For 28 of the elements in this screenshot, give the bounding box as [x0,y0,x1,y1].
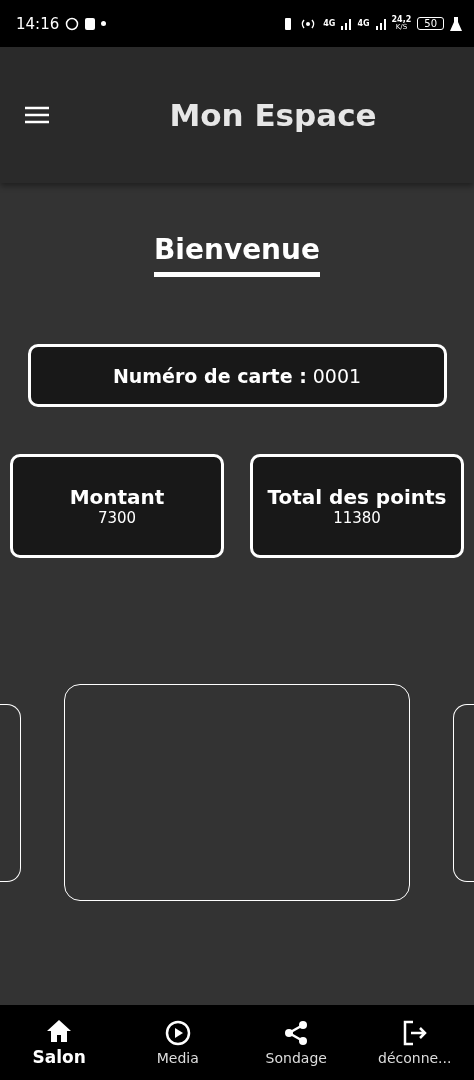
app-title: Mon Espace [169,97,377,133]
card-number-value: 0001 [312,364,362,387]
flask-icon [450,16,462,31]
network-label: 4G [357,19,370,28]
nav-tab[interactable]: déconne... [355,1005,474,1080]
play-icon [164,1019,191,1046]
speed-value: 24,2 [391,16,412,24]
nav-tab[interactable]: Media [118,1005,237,1080]
menu-icon[interactable] [25,106,49,124]
network-label: 4G [323,19,336,28]
signal-icon [375,17,386,30]
carousel-card[interactable] [453,703,474,882]
stat-label: Montant [69,485,165,509]
carousel-card[interactable] [0,703,21,882]
stat-value: 7300 [97,509,137,527]
nav-tab[interactable]: Sondage [237,1005,356,1080]
card-number-label: Numéro de carte : [112,364,307,387]
nav-tab[interactable]: Salon [0,1005,119,1080]
welcome-heading: Bienvenue [154,233,320,277]
home-icon [46,1018,73,1043]
logout-icon [401,1019,428,1046]
share-icon [283,1019,310,1046]
signal-icon [341,17,352,30]
status-time: 14:16 [16,14,60,33]
dot-icon [101,21,107,26]
stat-label: Total des points [267,485,447,509]
stat-value: 11380 [333,509,381,527]
battery-level: 50 [417,17,444,30]
